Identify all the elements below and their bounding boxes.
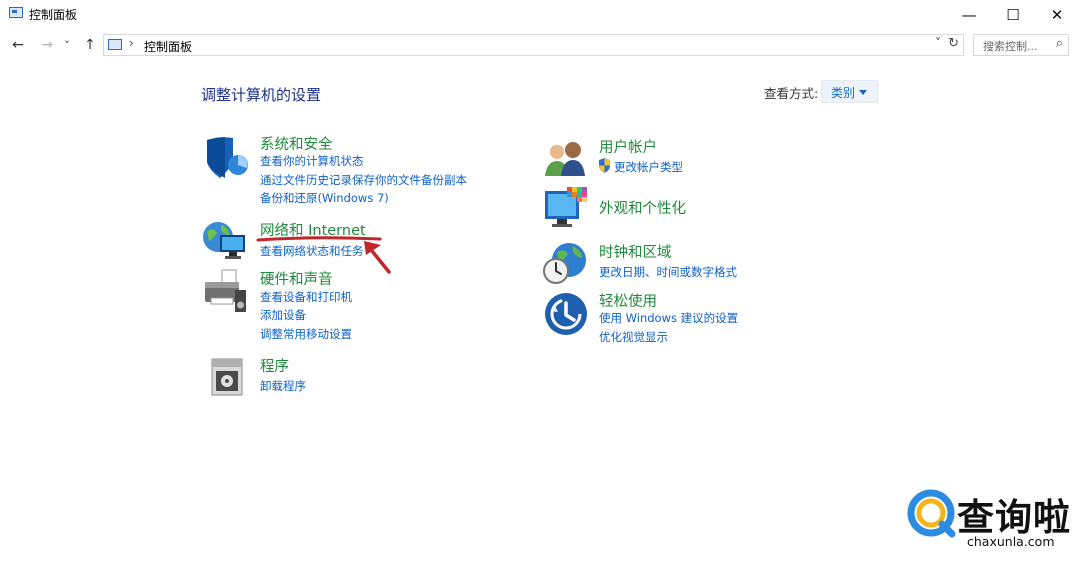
category-programs[interactable]: 程序: [260, 355, 289, 376]
address-bar[interactable]: › 控制面板 ˅ ↻: [103, 34, 964, 56]
network-globe-icon[interactable]: [201, 217, 247, 263]
printer-icon[interactable]: [202, 268, 248, 314]
category-clock-region[interactable]: 时钟和区域: [599, 241, 672, 262]
appearance-monitor-icon[interactable]: [543, 185, 589, 231]
page-title: 调整计算机的设置: [201, 86, 322, 104]
title-bar: 控制面板 — ☐ ✕: [0, 0, 1080, 30]
uac-shield-icon: [599, 158, 610, 173]
link-change-account-type[interactable]: 更改帐户类型: [614, 159, 683, 175]
view-by-dropdown[interactable]: 类别: [821, 80, 878, 103]
view-by-label: 查看方式:: [764, 86, 819, 101]
watermark-logo-icon: [907, 489, 956, 538]
user-accounts-icon[interactable]: [543, 136, 589, 182]
link-change-date-time-format[interactable]: 更改日期、时间或数字格式: [599, 264, 737, 280]
watermark-domain: chaxunla.com: [967, 534, 1055, 549]
link-view-computer-status[interactable]: 查看你的计算机状态: [260, 153, 364, 169]
view-by-value[interactable]: 类别: [831, 84, 855, 101]
minimize-button[interactable]: —: [946, 0, 992, 30]
maximize-button[interactable]: ☐: [990, 0, 1036, 30]
link-add-device[interactable]: 添加设备: [260, 307, 306, 323]
search-box[interactable]: 搜索控制... ⌕: [973, 34, 1069, 56]
programs-icon[interactable]: [206, 353, 252, 399]
up-button[interactable]: ↑: [79, 35, 101, 55]
category-ease-of-access[interactable]: 轻松使用: [599, 290, 657, 311]
link-mobility-settings[interactable]: 调整常用移动设置: [260, 326, 352, 342]
clock-globe-icon[interactable]: [542, 240, 588, 286]
breadcrumb-control-panel[interactable]: 控制面板: [144, 38, 192, 55]
link-windows-recommended-settings[interactable]: 使用 Windows 建议的设置: [599, 310, 738, 326]
link-optimize-visual-display[interactable]: 优化视觉显示: [599, 329, 668, 345]
chevron-down-icon: [859, 90, 867, 95]
link-uninstall-program[interactable]: 卸载程序: [260, 378, 306, 394]
window-title: 控制面板: [29, 8, 78, 22]
shield-icon[interactable]: [203, 134, 249, 180]
category-hardware-sound[interactable]: 硬件和声音: [260, 268, 333, 289]
recent-locations-button[interactable]: ˅: [59, 35, 75, 55]
link-backup-restore[interactable]: 备份和还原(Windows 7): [260, 190, 389, 206]
control-panel-icon: [108, 39, 122, 50]
watermark-text: 查询啦: [957, 496, 1071, 539]
address-dropdown-icon[interactable]: ˅: [935, 36, 941, 50]
category-system-security[interactable]: 系统和安全: [260, 133, 333, 154]
category-appearance[interactable]: 外观和个性化: [599, 197, 686, 218]
back-button[interactable]: ←: [7, 35, 29, 55]
ease-of-access-icon[interactable]: [543, 291, 589, 337]
refresh-icon[interactable]: ↻: [948, 36, 959, 51]
search-icon[interactable]: ⌕: [1056, 36, 1063, 51]
close-button[interactable]: ✕: [1034, 0, 1080, 30]
category-user-accounts[interactable]: 用户帐户: [599, 136, 657, 157]
search-input[interactable]: 搜索控制...: [983, 38, 1038, 54]
forward-button[interactable]: →: [36, 35, 58, 55]
breadcrumb-separator-icon[interactable]: ›: [129, 36, 134, 50]
link-devices-printers[interactable]: 查看设备和打印机: [260, 289, 352, 305]
control-panel-icon: [9, 7, 23, 18]
link-file-history-backup[interactable]: 通过文件历史记录保存你的文件备份副本: [260, 172, 467, 188]
